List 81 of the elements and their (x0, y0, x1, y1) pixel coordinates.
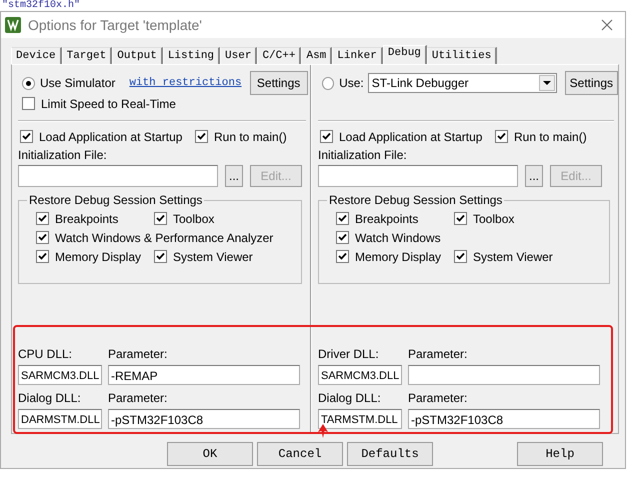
checkbox[interactable] (495, 130, 508, 143)
arrow-icon (318, 424, 328, 438)
parameter-field[interactable]: -pSTM32F103C8 (108, 409, 300, 429)
field-label: CPU DLL: (18, 347, 74, 361)
dialog-button[interactable]: OK (167, 442, 253, 466)
field-label: Parameter: (108, 391, 168, 405)
checkbox-label: System Viewer (173, 250, 253, 264)
dll-field[interactable]: SARMCM3.DLL (318, 365, 402, 385)
checkbox-label: Memory Display (55, 250, 142, 264)
field-label: Initialization File: (318, 148, 408, 162)
checkbox-label: Toolbox (173, 212, 214, 226)
init-file-field[interactable] (318, 165, 518, 187)
checkbox-label: Watch Windows (355, 230, 441, 244)
checkbox[interactable] (336, 250, 349, 263)
restrictions-link[interactable]: with restrictions (129, 77, 242, 89)
field-label: Driver DLL: (318, 347, 380, 361)
tab[interactable]: Target (62, 47, 112, 64)
tab[interactable]: Asm (301, 47, 332, 64)
window-title: Options for Target 'template' (28, 17, 203, 33)
tab[interactable]: Device (11, 47, 62, 64)
radio-button[interactable] (22, 76, 35, 90)
radio-label: Use Simulator (40, 76, 116, 90)
checkbox[interactable] (195, 130, 208, 143)
checkbox-label: Run to main() (214, 130, 287, 144)
parameter-field[interactable]: -pSTM32F103C8 (408, 409, 600, 429)
checkbox-label: Run to main() (514, 130, 587, 144)
checkbox-label: Load Application at Startup (39, 130, 182, 144)
checkbox-label: Memory Display (355, 250, 442, 264)
browse-button[interactable]: ... (525, 165, 543, 187)
group-title: Restore Debug Session Settings (27, 193, 204, 207)
tab[interactable]: Debug (382, 45, 427, 64)
checkbox[interactable] (454, 212, 467, 225)
dll-field[interactable]: DARMSTM.DLL (18, 409, 102, 429)
checkbox-label: Toolbox (473, 212, 514, 226)
dialog-button[interactable]: Cancel (257, 442, 343, 466)
checkbox-label: System Viewer (473, 250, 553, 264)
tab[interactable]: Linker (332, 47, 383, 64)
checkbox-label: Breakpoints (355, 212, 418, 226)
checkbox[interactable] (22, 97, 35, 110)
debugger-dropdown[interactable]: ST-Link Debugger (368, 73, 557, 93)
close-icon[interactable] (601, 19, 613, 31)
dialog-button[interactable]: Help (517, 442, 603, 466)
checkbox[interactable] (336, 212, 349, 225)
checkbox-label: Limit Speed to Real-Time (41, 96, 176, 110)
tab[interactable]: C/C++ (257, 47, 302, 64)
checkbox[interactable] (454, 250, 467, 263)
checkbox-label: Load Application at Startup (339, 130, 482, 144)
parameter-field[interactable] (408, 365, 600, 385)
init-file-field[interactable] (18, 165, 218, 187)
checkbox[interactable] (154, 212, 167, 225)
tab[interactable]: Listing (162, 47, 220, 64)
browse-button[interactable]: ... (225, 165, 243, 187)
checkbox[interactable] (336, 231, 349, 244)
tab[interactable]: Utilities (426, 47, 498, 64)
checkbox[interactable] (320, 130, 333, 143)
field-label: Dialog DLL: (18, 391, 82, 405)
radio-label: Use: (339, 76, 364, 90)
field-label: Dialog DLL: (318, 391, 382, 405)
editor-text: "stm32f10x.h" (1, 0, 82, 11)
settings-button[interactable]: Settings (250, 71, 308, 95)
dll-field[interactable]: TARMSTM.DLL (318, 409, 402, 429)
dll-field[interactable]: SARMCM3.DLL (18, 365, 102, 385)
checkbox[interactable] (20, 130, 33, 143)
field-label: Parameter: (408, 347, 468, 361)
tab[interactable]: Output (112, 47, 163, 64)
field-label: Parameter: (408, 391, 468, 405)
field-label: Initialization File: (18, 148, 108, 162)
checkbox[interactable] (36, 212, 49, 225)
checkbox[interactable] (154, 250, 167, 263)
radio-button[interactable] (322, 76, 334, 90)
checkbox[interactable] (36, 231, 49, 244)
checkbox-label: Watch Windows & Performance Analyzer (55, 230, 274, 244)
parameter-field[interactable]: -REMAP (108, 365, 300, 385)
app-logo-icon (5, 17, 21, 33)
settings-button[interactable]: Settings (564, 71, 618, 95)
tab[interactable]: User (220, 47, 258, 64)
checkbox-label: Breakpoints (55, 212, 118, 226)
field-label: Parameter: (108, 347, 168, 361)
group-title: Restore Debug Session Settings (327, 193, 504, 207)
dialog-button[interactable]: Defaults (347, 442, 433, 466)
checkbox[interactable] (36, 250, 49, 263)
